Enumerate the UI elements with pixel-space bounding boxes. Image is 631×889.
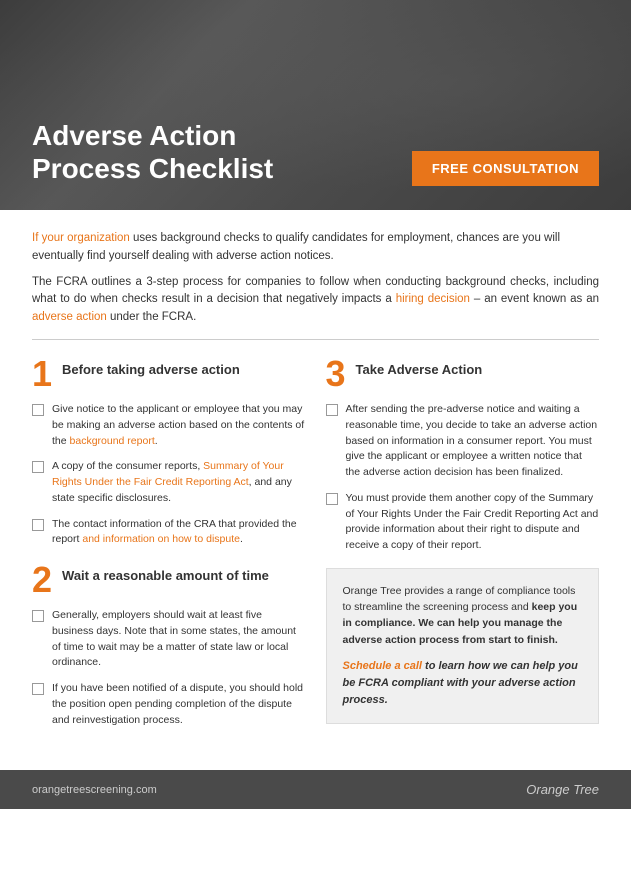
- step-2-header: 2 Wait a reasonable amount of time: [32, 562, 306, 598]
- free-consultation-button[interactable]: FREE CONSULTATION: [412, 151, 599, 186]
- step-3-item-1: After sending the pre-adverse notice and…: [326, 402, 600, 481]
- step-3-item-2: You must provide them another copy of th…: [326, 491, 600, 554]
- header: Adverse Action Process Checklist FREE CO…: [0, 0, 631, 210]
- section-divider: [32, 339, 599, 340]
- steps-columns: 1 Before taking adverse action Give noti…: [32, 356, 599, 754]
- info-box: Orange Tree provides a range of complian…: [326, 568, 600, 724]
- step-2-item-1: Generally, employers should wait at leas…: [32, 608, 306, 671]
- step-2-title: Wait a reasonable amount of time: [62, 562, 269, 585]
- schedule-call-link[interactable]: Schedule a call: [343, 660, 422, 672]
- footer: orangetreescreening.com Orange Tree: [0, 770, 631, 809]
- intro-paragraph-1: If your organization uses background che…: [32, 230, 599, 266]
- info-box-cta: Schedule a call to learn how we can help…: [343, 658, 583, 709]
- left-column: 1 Before taking adverse action Give noti…: [32, 356, 306, 738]
- intro-highlight-2: hiring decision: [396, 293, 470, 305]
- step-1-header: 1 Before taking adverse action: [32, 356, 306, 392]
- step-2-item-2: If you have been notified of a dispute, …: [32, 681, 306, 728]
- step-1-item-1: Give notice to the applicant or employee…: [32, 402, 306, 449]
- step-2-item-2-text: If you have been notified of a dispute, …: [52, 681, 306, 728]
- step-3-header: 3 Take Adverse Action: [326, 356, 600, 392]
- step-1-item-1-text: Give notice to the applicant or employee…: [52, 402, 306, 449]
- step-2-item-1-text: Generally, employers should wait at leas…: [52, 608, 306, 671]
- intro-paragraph-2: The FCRA outlines a 3-step process for c…: [32, 274, 599, 327]
- step-3-item-1-text: After sending the pre-adverse notice and…: [346, 402, 600, 481]
- intro-highlight-3: adverse action: [32, 311, 107, 323]
- footer-brand: Orange Tree: [526, 782, 599, 797]
- step-1-item-2-text: A copy of the consumer reports, Summary …: [52, 459, 306, 506]
- intro-highlight-1: If your organization: [32, 232, 130, 244]
- step-1-title: Before taking adverse action: [62, 356, 240, 379]
- checkbox-1-1[interactable]: [32, 404, 44, 416]
- step-1-number: 1: [32, 356, 52, 392]
- step-1-item-3: The contact information of the CRA that …: [32, 517, 306, 549]
- step-1-item-2: A copy of the consumer reports, Summary …: [32, 459, 306, 506]
- step-2-number: 2: [32, 562, 52, 598]
- info-box-text: Orange Tree provides a range of complian…: [343, 583, 583, 648]
- page-title: Adverse Action Process Checklist: [32, 119, 352, 186]
- step-3-number: 3: [326, 356, 346, 392]
- checkbox-1-3[interactable]: [32, 519, 44, 531]
- step-3-item-2-text: You must provide them another copy of th…: [346, 491, 600, 554]
- header-content: Adverse Action Process Checklist FREE CO…: [32, 119, 599, 186]
- right-column: 3 Take Adverse Action After sending the …: [326, 356, 600, 738]
- checkbox-1-2[interactable]: [32, 461, 44, 473]
- checkbox-3-1[interactable]: [326, 404, 338, 416]
- link-dispute-info: and information on how to dispute: [82, 533, 240, 545]
- info-box-bold-1: keep you in compliance. We can help you …: [343, 601, 578, 646]
- link-finish: finish: [527, 634, 555, 646]
- step-3-title: Take Adverse Action: [356, 356, 483, 379]
- checkbox-2-2[interactable]: [32, 683, 44, 695]
- checkbox-3-2[interactable]: [326, 493, 338, 505]
- link-background-report: background report: [70, 435, 155, 447]
- step-1-item-3-text: The contact information of the CRA that …: [52, 517, 306, 549]
- checkbox-2-1[interactable]: [32, 610, 44, 622]
- footer-url: orangetreescreening.com: [32, 784, 157, 796]
- main-content: If your organization uses background che…: [0, 210, 631, 754]
- link-summary-rights: Summary of Your Rights Under the Fair Cr…: [52, 460, 284, 488]
